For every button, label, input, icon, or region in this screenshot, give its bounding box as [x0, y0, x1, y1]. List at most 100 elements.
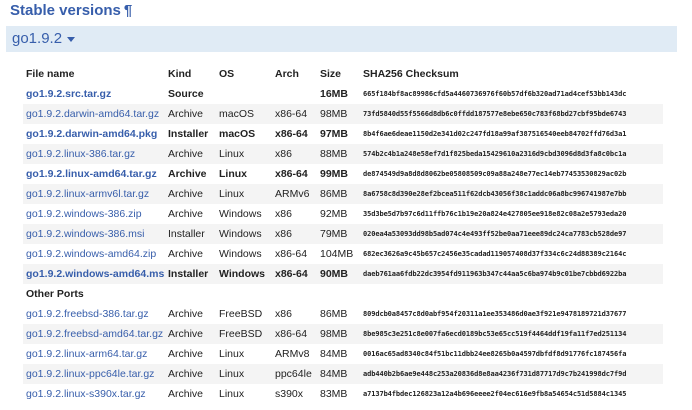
- kind-cell: Archive: [168, 388, 204, 400]
- col-header-kind: Kind: [168, 67, 192, 80]
- arch-cell: x86-64: [272, 324, 317, 344]
- table-row: go1.9.2.windows-386.msi Installer Windows x…: [23, 224, 663, 244]
- kind-cell: Archive: [168, 348, 204, 360]
- file-link[interactable]: go1.9.2.darwin-amd64.tar.gz: [23, 104, 165, 124]
- checksum-cell: 8be985c3e251c8e007fa6ecd0189bc53e65cc519…: [360, 324, 663, 344]
- table-row: go1.9.2.src.tar.gz Source 16MB 665f184bf8ac…: [23, 84, 663, 104]
- table-row: go1.9.2.windows-amd64.zip Archive Windows x…: [23, 244, 663, 264]
- section-heading: Stable versions ¶: [10, 0, 132, 22]
- version-label: go1.9.2: [12, 30, 63, 47]
- downloads-table: File name Kind OS Arch Size SHA256 Check…: [23, 63, 663, 404]
- os-cell: macOS: [219, 128, 256, 140]
- arch-cell: ARMv8: [275, 348, 310, 360]
- checksum-cell: 682ec3626a9c45b657c2456e35cadad119057408…: [363, 250, 627, 258]
- checksum-cell: a7137b4fbdec126823a12a4b696eeee2f04ec616…: [363, 390, 627, 398]
- checksum-cell: de874549d9a8d8d8062be05808509c09a88a248e…: [363, 170, 627, 178]
- os-cell: FreeBSD: [216, 324, 272, 344]
- file-link[interactable]: go1.9.2.windows-386.msi: [23, 224, 165, 244]
- table-row: go1.9.2.linux-ppc64le.tar.gz Archive Linux…: [23, 364, 663, 384]
- checksum-cell: 665f184bf8ac89986cfd5a4460736976f60b57df…: [363, 90, 627, 98]
- file-link[interactable]: go1.9.2.darwin-amd64.pkg: [23, 124, 165, 144]
- size-cell: 79MB: [317, 224, 360, 244]
- file-link[interactable]: go1.9.2.linux-ppc64le.tar.gz: [23, 364, 165, 384]
- checksum-cell: 8b4f6ae6deae1150d2e341d02c247fd18a99af38…: [363, 130, 627, 138]
- file-link[interactable]: go1.9.2.linux-arm64.tar.gz: [23, 344, 165, 364]
- version-toggle[interactable]: go1.9.2: [6, 26, 677, 52]
- arch-cell: x86: [275, 308, 292, 320]
- os-cell: Linux: [216, 144, 272, 164]
- kind-cell: Archive: [165, 104, 216, 124]
- table-row: go1.9.2.linux-armv6l.tar.gz Archive Linux A…: [23, 184, 663, 204]
- checksum-cell: 35d3be5d7b97c6d11ffb76c1b19e20a824e42780…: [363, 210, 627, 218]
- checksum-cell: 73fd5840d55f5566d8db6c0ffdd187577e8ebe65…: [360, 104, 663, 124]
- size-cell: 16MB: [320, 88, 349, 100]
- file-link[interactable]: go1.9.2.linux-386.tar.gz: [23, 144, 165, 164]
- file-link[interactable]: go1.9.2.linux-amd64.tar.gz: [23, 164, 165, 184]
- kind-cell: Installer: [168, 128, 209, 140]
- checksum-cell: daeb761aa6fdb22dc3954fd911963b347c44aa5c…: [360, 264, 663, 284]
- kind-cell: Installer: [165, 224, 216, 244]
- arch-cell: x86-64: [275, 128, 308, 140]
- anchor-link[interactable]: ¶: [124, 2, 132, 19]
- kind-cell: Archive: [168, 248, 204, 260]
- size-cell: 86MB: [320, 308, 348, 320]
- col-header-arch: Arch: [275, 67, 299, 80]
- os-cell: Windows: [216, 264, 272, 284]
- other-ports-label: Other Ports: [23, 284, 663, 304]
- os-cell: Windows: [219, 248, 262, 260]
- os-cell: Linux: [219, 388, 245, 400]
- file-link[interactable]: go1.9.2.windows-amd64.msi: [23, 264, 165, 284]
- checksum-cell: 020ea4a53093dd98b5ad074c4e493ff52be0aa71…: [360, 224, 663, 244]
- os-cell: Windows: [219, 208, 262, 220]
- table-row: go1.9.2.linux-386.tar.gz Archive Linux x86 8…: [23, 144, 663, 164]
- size-cell: 98MB: [317, 104, 360, 124]
- file-link[interactable]: go1.9.2.src.tar.gz: [23, 84, 165, 104]
- kind-cell: Archive: [168, 208, 204, 220]
- arch-cell: ARMv6: [272, 184, 317, 204]
- checksum-cell: 809dcb0a8457c8d0abf954f20311a1ee353486d0…: [363, 310, 627, 318]
- kind-cell: Installer: [165, 264, 216, 284]
- arch-cell: x86: [272, 144, 317, 164]
- size-cell: 97MB: [320, 128, 349, 140]
- other-ports-row: Other Ports: [23, 284, 663, 304]
- kind-cell: Archive: [165, 324, 216, 344]
- caret-down-icon: [67, 36, 76, 42]
- os-cell: Linux: [219, 348, 245, 360]
- file-link[interactable]: go1.9.2.linux-armv6l.tar.gz: [23, 184, 165, 204]
- checksum-cell: 0016ac65ad8340c84f51bc11dbb24ee8265b0a45…: [363, 350, 627, 358]
- checksum-cell: 574b2c4b1a248e58ef7d1f825beda15429610a23…: [360, 144, 663, 164]
- arch-cell: [272, 84, 317, 104]
- arch-cell: x86: [272, 224, 317, 244]
- kind-cell: Archive: [165, 184, 216, 204]
- arch-cell: s390x: [275, 388, 304, 400]
- os-cell: [216, 84, 272, 104]
- file-link[interactable]: go1.9.2.linux-s390x.tar.gz: [23, 384, 165, 404]
- kind-cell: Archive: [168, 168, 207, 180]
- size-cell: 90MB: [317, 264, 360, 284]
- checksum-cell: adb440b2b6ae9e448c253a20836d8e8aa4236f73…: [360, 364, 663, 384]
- size-cell: 92MB: [320, 208, 348, 220]
- col-header-os: OS: [219, 67, 235, 80]
- kind-cell: Archive: [168, 308, 204, 320]
- file-link[interactable]: go1.9.2.freebsd-386.tar.gz: [23, 304, 165, 324]
- size-cell: 83MB: [320, 388, 348, 400]
- file-link[interactable]: go1.9.2.windows-amd64.zip: [23, 244, 165, 264]
- arch-cell: x86: [275, 208, 292, 220]
- os-cell: Windows: [216, 224, 272, 244]
- size-cell: 88MB: [317, 144, 360, 164]
- table-row: go1.9.2.freebsd-386.tar.gz Archive FreeBSD…: [23, 304, 663, 324]
- os-cell: FreeBSD: [219, 308, 263, 320]
- file-link[interactable]: go1.9.2.windows-386.zip: [23, 204, 165, 224]
- size-cell: 84MB: [317, 364, 360, 384]
- arch-cell: x86-64: [275, 248, 308, 260]
- file-link[interactable]: go1.9.2.freebsd-amd64.tar.gz: [23, 324, 165, 344]
- table-row: go1.9.2.windows-amd64.msi Installer Window…: [23, 264, 663, 284]
- arch-cell: ppc64le: [272, 364, 317, 384]
- table-row: go1.9.2.linux-s390x.tar.gz Archive Linux s3…: [23, 384, 663, 404]
- arch-cell: x86-64: [272, 264, 317, 284]
- os-cell: Linux: [216, 364, 272, 384]
- size-cell: 99MB: [320, 168, 349, 180]
- kind-cell: Archive: [165, 364, 216, 384]
- size-cell: 98MB: [317, 324, 360, 344]
- kind-cell: Source: [168, 88, 204, 100]
